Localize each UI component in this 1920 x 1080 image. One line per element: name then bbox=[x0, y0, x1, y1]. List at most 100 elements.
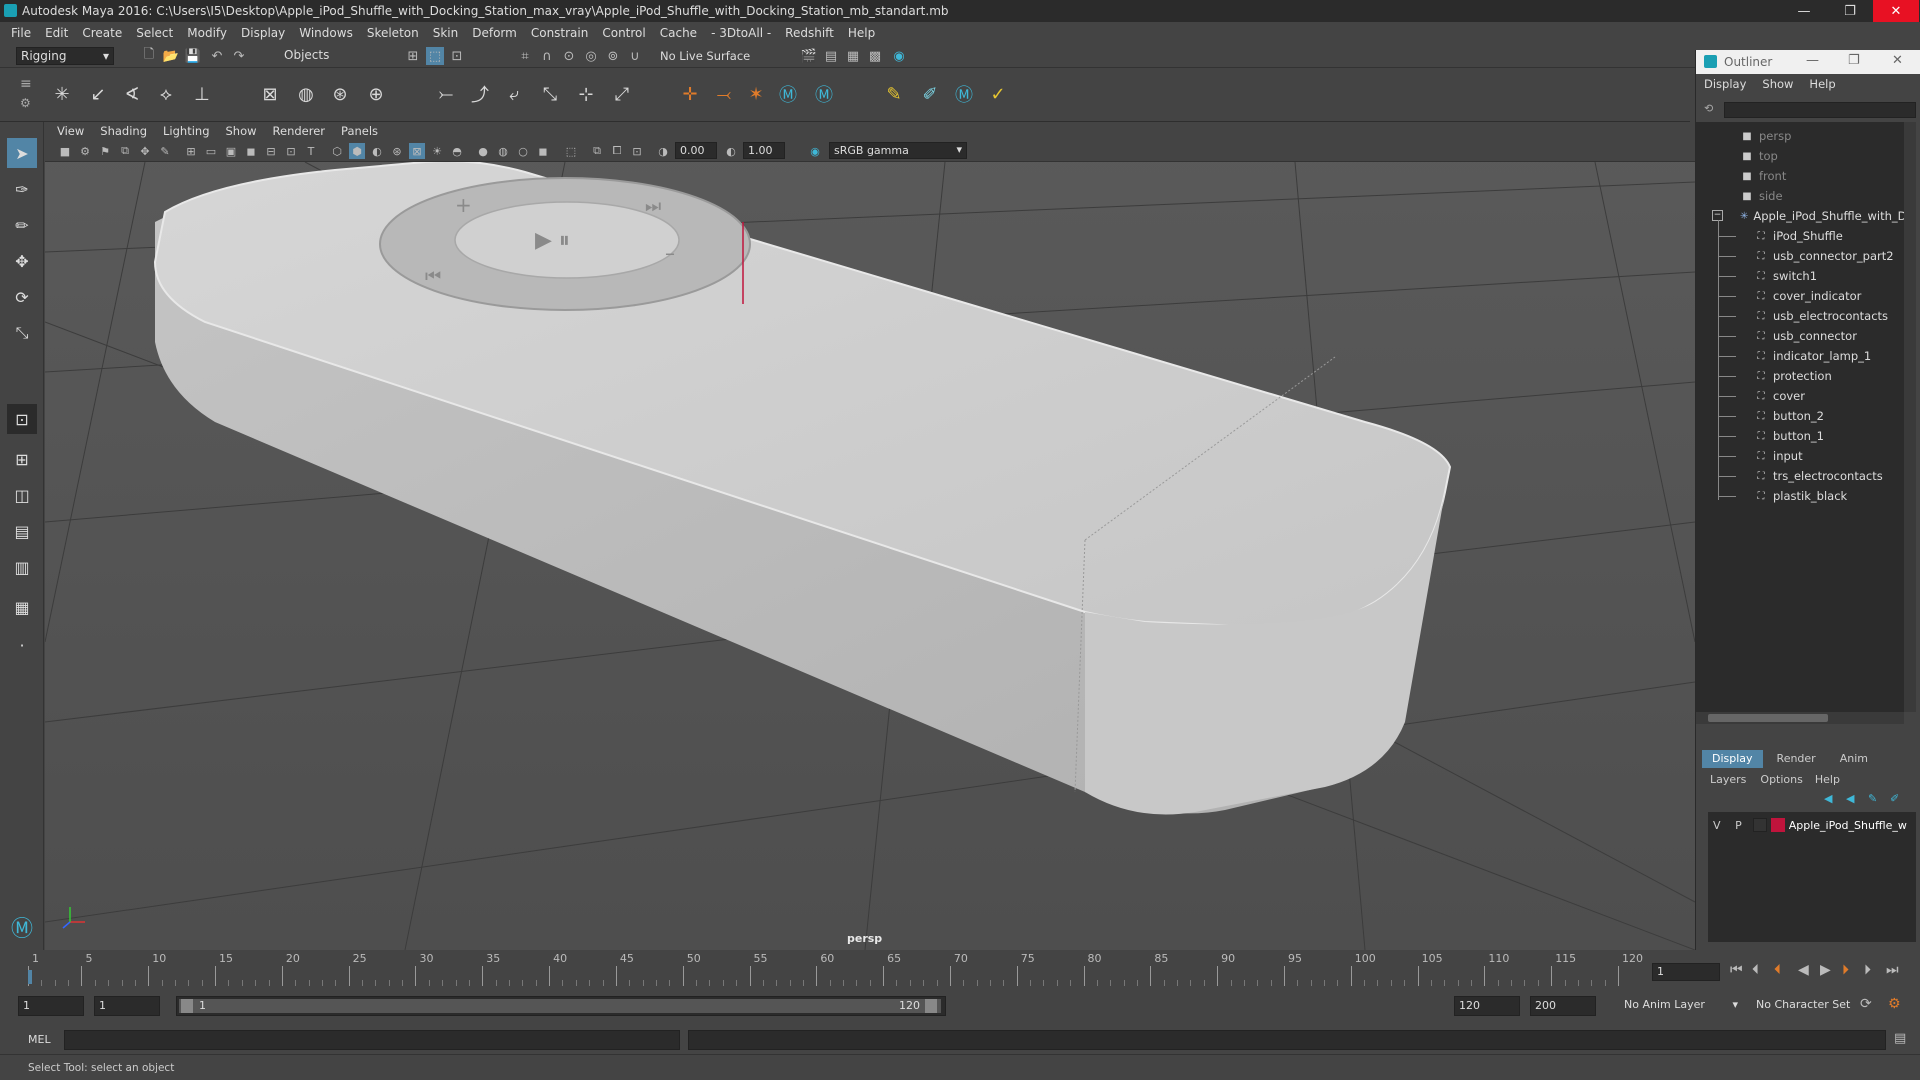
snap-magnet-icon[interactable]: ∪ bbox=[626, 47, 644, 65]
camera-select-icon[interactable]: ■ bbox=[57, 143, 73, 159]
outliner-vertical-scrollbar[interactable] bbox=[1904, 122, 1916, 712]
move-layer-down-icon[interactable]: ◀ bbox=[1846, 792, 1854, 805]
gamma-icon[interactable]: ◐ bbox=[723, 143, 739, 159]
tab-render[interactable]: Render bbox=[1763, 750, 1830, 768]
rotate-tool-icon[interactable]: ⟳ bbox=[7, 282, 37, 312]
outliner-menu-show[interactable]: Show bbox=[1754, 74, 1801, 94]
resolution-gate-icon[interactable]: ▣ bbox=[223, 143, 239, 159]
menu-3dtoall[interactable]: - 3DtoAll - bbox=[704, 22, 778, 44]
select-component-icon[interactable]: ⊡ bbox=[448, 47, 466, 65]
outliner-item[interactable]: ⛶ button_1 bbox=[1696, 426, 1904, 446]
layer-name[interactable]: Apple_iPod_Shuffle_w bbox=[1789, 819, 1916, 832]
menu-create[interactable]: Create bbox=[75, 22, 129, 44]
step-back-key-icon[interactable]: ⏴ bbox=[1774, 962, 1781, 978]
two-d-pan-icon[interactable]: ✥ bbox=[137, 143, 153, 159]
mirror-joint-icon[interactable]: ⊥ bbox=[188, 80, 216, 108]
xray-icon[interactable]: ⊠ bbox=[409, 143, 425, 159]
default-material-icon[interactable]: ◐ bbox=[369, 143, 385, 159]
vp-menu-show[interactable]: Show bbox=[218, 122, 265, 140]
layer-type-toggle[interactable] bbox=[1753, 818, 1767, 832]
outliner-horizontal-scrollbar[interactable] bbox=[1696, 712, 1904, 724]
animation-prefs-icon[interactable]: ⚙ bbox=[1888, 996, 1901, 1012]
outliner-item[interactable]: ■ side bbox=[1696, 186, 1904, 206]
outliner-item[interactable]: ⛶ indicator_lamp_1 bbox=[1696, 346, 1904, 366]
custom-pane-icon[interactable]: · bbox=[7, 630, 37, 660]
outliner-item[interactable]: ⛶ usb_connector bbox=[1696, 326, 1904, 346]
snap-curve-icon[interactable]: ∩ bbox=[538, 47, 556, 65]
menu-edit[interactable]: Edit bbox=[38, 22, 75, 44]
menu-redshift[interactable]: Redshift bbox=[778, 22, 841, 44]
menuset-dropdown[interactable]: Rigging ▾ bbox=[16, 47, 114, 65]
motion-blur-icon[interactable]: ◍ bbox=[495, 143, 511, 159]
hik-icon[interactable]: ⤙ bbox=[710, 80, 738, 108]
smooth-shade-icon[interactable]: ⬢ bbox=[349, 143, 365, 159]
redshift-b-icon[interactable]: Ⓜ bbox=[810, 80, 838, 108]
playback-end-field[interactable]: 120 bbox=[1454, 996, 1520, 1016]
ik-handle-icon[interactable]: ↙ bbox=[84, 80, 112, 108]
ambient-occlusion-icon[interactable]: ● bbox=[475, 143, 491, 159]
redshift-a-icon[interactable]: Ⓜ bbox=[774, 80, 802, 108]
shelf-menu-icon[interactable]: ≡ bbox=[20, 76, 32, 92]
menu-skin[interactable]: Skin bbox=[426, 22, 466, 44]
save-scene-icon[interactable]: 💾 bbox=[184, 47, 202, 65]
current-time-marker[interactable] bbox=[28, 970, 32, 984]
orient-constraint-icon[interactable]: ⤶ bbox=[500, 80, 528, 108]
smooth-bind-icon[interactable]: ◍ bbox=[292, 80, 320, 108]
menu-display[interactable]: Display bbox=[234, 22, 292, 44]
step-forward-icon[interactable]: ⏵ bbox=[1864, 962, 1871, 978]
outliner-minimize-button[interactable]: — bbox=[1806, 53, 1819, 68]
layer-visibility-toggle[interactable]: V bbox=[1708, 819, 1726, 832]
isolate-select-icon[interactable]: ⬚ bbox=[563, 143, 579, 159]
vp-menu-view[interactable]: View bbox=[49, 122, 92, 140]
outliner-search-input[interactable] bbox=[1724, 102, 1916, 118]
animation-start-field[interactable]: 1 bbox=[18, 996, 84, 1016]
current-frame-field[interactable]: 1 bbox=[1652, 963, 1720, 981]
layer-menu-layers[interactable]: Layers bbox=[1702, 773, 1754, 786]
outliner-item[interactable]: ■ top bbox=[1696, 146, 1904, 166]
camera-attr-icon[interactable]: ⚙ bbox=[77, 143, 93, 159]
scale-constraint-icon[interactable]: ⤡ bbox=[536, 80, 564, 108]
hypershade-icon[interactable]: ▩ bbox=[866, 47, 884, 65]
anti-aliasing-icon[interactable]: ○ bbox=[515, 143, 531, 159]
snap-point-icon[interactable]: ⊙ bbox=[560, 47, 578, 65]
render-frame-icon[interactable]: 🎬 bbox=[800, 47, 818, 65]
outliner-pane-icon[interactable]: ▤ bbox=[7, 516, 37, 546]
locator-icon[interactable]: ✛ bbox=[676, 80, 704, 108]
layer-list[interactable]: V P Apple_iPod_Shuffle_w bbox=[1708, 812, 1916, 942]
new-layer-selected-icon[interactable]: ✐ bbox=[1890, 792, 1899, 805]
outliner-item[interactable]: ⛶ switch1 bbox=[1696, 266, 1904, 286]
menu-modify[interactable]: Modify bbox=[180, 22, 234, 44]
go-to-start-icon[interactable]: ⏮ bbox=[1730, 962, 1743, 978]
undo-icon[interactable]: ↶ bbox=[208, 47, 226, 65]
xray-joints-icon[interactable]: ⧉ bbox=[589, 143, 605, 159]
select-tool-icon[interactable]: ➤ bbox=[7, 138, 37, 168]
outliner-menu-help[interactable]: Help bbox=[1801, 74, 1843, 94]
step-back-icon[interactable]: ⏴ bbox=[1752, 962, 1759, 978]
menu-windows[interactable]: Windows bbox=[292, 22, 360, 44]
render-settings-icon[interactable]: ▦ bbox=[844, 47, 862, 65]
menu-control[interactable]: Control bbox=[595, 22, 652, 44]
vp-menu-lighting[interactable]: Lighting bbox=[155, 122, 217, 140]
image-plane-icon[interactable]: ⧉ bbox=[117, 143, 133, 159]
redo-icon[interactable]: ↷ bbox=[230, 47, 248, 65]
color-management-icon[interactable]: ◉ bbox=[807, 143, 823, 159]
outliner-hscroll-thumb[interactable] bbox=[1708, 714, 1828, 722]
hud-icon[interactable]: ⊡ bbox=[629, 143, 645, 159]
character-set-dropdown[interactable]: No Character Set bbox=[1752, 996, 1870, 1016]
xray-components-icon[interactable]: ⧠ bbox=[609, 143, 625, 159]
layer-color-swatch[interactable] bbox=[1771, 818, 1785, 832]
four-pane-icon[interactable]: ⊞ bbox=[7, 444, 37, 474]
play-backward-icon[interactable]: ◀ bbox=[1798, 962, 1809, 978]
snap-surface-icon[interactable]: ⊚ bbox=[604, 47, 622, 65]
scale-tool-icon[interactable]: ⤡ bbox=[7, 318, 37, 348]
lattice-icon[interactable]: ⊛ bbox=[326, 80, 354, 108]
outliner-item[interactable]: ⛶ input bbox=[1696, 446, 1904, 466]
move-tool-icon[interactable]: ✥ bbox=[7, 246, 37, 276]
new-scene-icon[interactable]: 🗋 bbox=[140, 47, 158, 65]
outliner-close-button[interactable]: ✕ bbox=[1892, 53, 1903, 68]
range-start-handle[interactable] bbox=[181, 999, 193, 1013]
exposure-icon[interactable]: ◑ bbox=[655, 143, 671, 159]
outliner-item[interactable]: − ✳ Apple_iPod_Shuffle_with_Dc bbox=[1696, 206, 1904, 226]
lasso-tool-icon[interactable]: ✑ bbox=[7, 174, 37, 204]
menu-select[interactable]: Select bbox=[129, 22, 180, 44]
